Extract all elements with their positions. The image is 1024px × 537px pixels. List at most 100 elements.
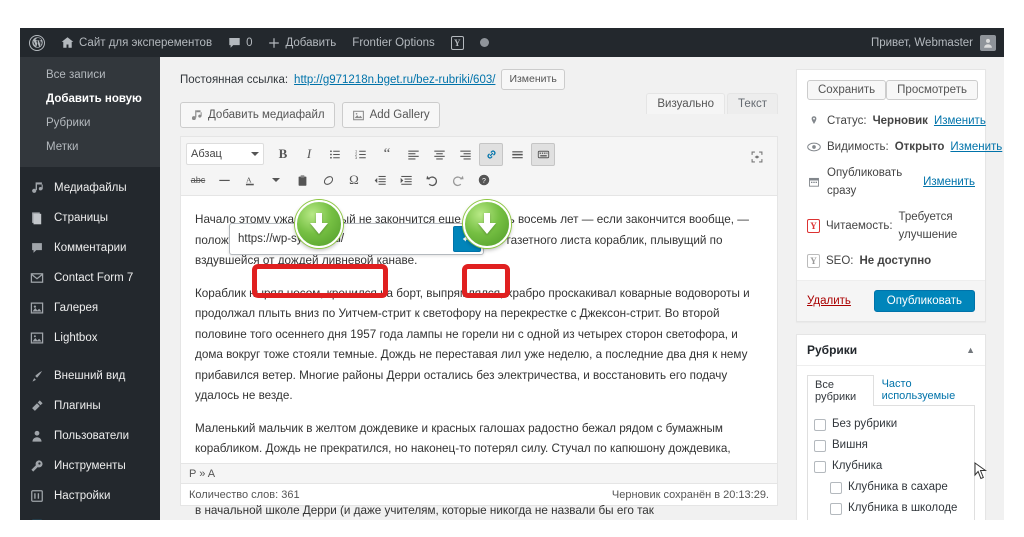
edit-status-link[interactable]: Изменить <box>934 112 986 130</box>
publish-box: Сохранить Просмотреть Статус: Черновик И… <box>796 69 1002 322</box>
checkbox-icon[interactable] <box>830 481 842 494</box>
sidebar-item-settings[interactable]: Настройки <box>20 481 160 511</box>
sidebar-item-categories[interactable]: Рубрики <box>20 111 160 135</box>
edit-visibility-link[interactable]: Изменить <box>950 138 1002 156</box>
adminbar-new-content[interactable]: Добавить <box>260 28 344 57</box>
category-item[interactable]: Яблоки <box>814 519 968 520</box>
checkbox-icon[interactable] <box>830 502 842 515</box>
sidebar-item-add-new[interactable]: Добавить новую <box>20 87 160 111</box>
sidebar-item-wpb2d[interactable]: WPB2D <box>20 511 160 520</box>
clear-formatting-icon[interactable] <box>316 169 340 192</box>
sidebar-item-appearance-label: Внешний вид <box>54 370 126 382</box>
adminbar-wp-logo[interactable] <box>20 28 53 57</box>
sidebar-item-lightbox[interactable]: Lightbox <box>20 323 160 353</box>
read-more-icon[interactable] <box>505 143 529 166</box>
paragraph-format-select[interactable]: Абзац <box>186 143 264 165</box>
chevron-up-icon[interactable]: ▲ <box>966 345 975 355</box>
preview-button[interactable]: Просмотреть <box>886 80 978 100</box>
text-color-icon[interactable]: A <box>238 169 262 192</box>
align-center-icon[interactable] <box>427 143 451 166</box>
sidebar-item-media[interactable]: Медиафайлы <box>20 173 160 203</box>
sidebar-item-tags[interactable]: Метки <box>20 135 160 159</box>
seo-row: Y SEO: Не доступно <box>797 248 985 280</box>
blockquote-icon[interactable]: “ <box>375 143 399 166</box>
distraction-free-writing-icon[interactable] <box>745 145 769 168</box>
edit-permalink-button[interactable]: Изменить <box>501 69 565 90</box>
sidebar-item-all-posts[interactable]: Все записи <box>20 63 160 87</box>
edit-publish-date-link[interactable]: Изменить <box>923 173 975 191</box>
sidebar-item-wpb2d-label: WPB2D <box>54 518 95 520</box>
tab-text[interactable]: Текст <box>727 93 778 114</box>
category-item[interactable]: Клубника <box>814 456 968 477</box>
sidebar-item-users[interactable]: Пользователи <box>20 421 160 451</box>
insert-link-icon[interactable] <box>479 142 503 166</box>
checkbox-icon[interactable] <box>814 439 826 452</box>
delete-post-link[interactable]: Удалить <box>807 295 851 307</box>
strikethrough-icon[interactable]: abc <box>186 169 210 192</box>
category-item[interactable]: Без рубрики <box>814 414 968 435</box>
text-color-chevron-icon[interactable] <box>264 169 288 192</box>
sidebar-item-gallery[interactable]: Галерея <box>20 293 160 323</box>
add-gallery-button[interactable]: Add Gallery <box>341 102 440 128</box>
adminbar-frontier-options[interactable]: Frontier Options <box>344 28 442 57</box>
paste-as-text-icon[interactable] <box>290 169 314 192</box>
help-icon[interactable]: ? <box>472 169 496 192</box>
tab-visual[interactable]: Визуально <box>646 93 726 114</box>
readability-row: Y Читаемость: Требуется улучшение <box>797 204 985 248</box>
save-draft-button[interactable]: Сохранить <box>807 80 887 100</box>
redo-icon[interactable] <box>446 169 470 192</box>
adminbar-site-name[interactable]: Сайт для эксперементов <box>53 28 220 57</box>
eye-icon <box>807 140 821 154</box>
seo-value: Не доступно <box>859 255 932 267</box>
add-gallery-label: Add Gallery <box>369 109 430 121</box>
category-item[interactable]: Клубника в сахаре <box>814 477 968 498</box>
comment-bubble-icon <box>229 37 240 48</box>
checkbox-icon[interactable] <box>814 460 826 473</box>
add-media-button[interactable]: Добавить медиафайл <box>180 102 335 128</box>
inline-link-popup[interactable] <box>229 223 484 255</box>
sidebar-item-tools[interactable]: Инструменты <box>20 451 160 481</box>
toolbar-toggle-icon[interactable] <box>531 142 555 166</box>
publish-actions: Удалить Опубликовать <box>797 280 985 321</box>
tab-frequent-categories[interactable]: Часто используемые <box>874 374 975 405</box>
sidebar-item-comments[interactable]: Комментарии <box>20 233 160 263</box>
permalink-row: Постоянная ссылка: http://g971218n.bget.… <box>180 57 778 90</box>
special-character-icon[interactable]: Ω <box>342 169 366 192</box>
checkbox-icon[interactable] <box>814 418 826 431</box>
categories-box-header[interactable]: Рубрики ▲ <box>797 335 985 366</box>
undo-icon[interactable] <box>420 169 444 192</box>
tab-all-categories[interactable]: Все рубрики <box>807 375 874 406</box>
sidebar-item-tools-label: Инструменты <box>54 460 126 472</box>
category-label: Клубника <box>832 460 883 472</box>
indent-icon[interactable] <box>394 169 418 192</box>
adminbar-yoast-seo[interactable]: Y <box>443 28 472 57</box>
sidebar-item-pages[interactable]: Страницы <box>20 203 160 233</box>
sidebar-item-comments-label: Комментарии <box>54 242 127 254</box>
adminbar-greeting: Привет, Webmaster <box>870 36 973 49</box>
sidebar-item-appearance[interactable]: Внешний вид <box>20 361 160 391</box>
align-left-icon[interactable] <box>401 143 425 166</box>
category-item[interactable]: Вишня <box>814 435 968 456</box>
adminbar-account[interactable]: Привет, Webmaster <box>870 34 1004 51</box>
adminbar-status-dot[interactable] <box>472 28 497 57</box>
bulleted-list-icon[interactable] <box>323 143 347 166</box>
sidebar-item-plugins[interactable]: Плагины <box>20 391 160 421</box>
categories-tabs: Все рубрики Часто используемые <box>797 366 985 406</box>
editor-toolbar: Абзац B I 123 “ abc A Ω ? <box>181 137 777 196</box>
numbered-list-icon[interactable]: 123 <box>349 143 373 166</box>
publish-button[interactable]: Опубликовать <box>873 290 975 312</box>
svg-text:3: 3 <box>355 155 357 160</box>
outdent-icon[interactable] <box>368 169 392 192</box>
publish-top-actions: Сохранить Просмотреть <box>797 70 985 108</box>
permalink-url[interactable]: http://g971218n.bget.ru/bez-rubriki/603/ <box>294 74 495 86</box>
category-item[interactable]: Клубника в школоде <box>814 498 968 519</box>
editor-paragraph-2: Кораблик нырял носом, кренился на борт, … <box>195 286 750 403</box>
align-right-icon[interactable] <box>453 143 477 166</box>
annotation-arrow-1 <box>295 200 343 248</box>
horizontal-rule-icon[interactable] <box>212 169 236 192</box>
bold-icon[interactable]: B <box>271 143 295 166</box>
italic-icon[interactable]: I <box>297 143 321 166</box>
sidebar-item-users-label: Пользователи <box>54 430 130 442</box>
sidebar-item-contact-form-7[interactable]: Contact Form 7 <box>20 263 160 293</box>
adminbar-comments[interactable]: 0 <box>220 28 260 57</box>
